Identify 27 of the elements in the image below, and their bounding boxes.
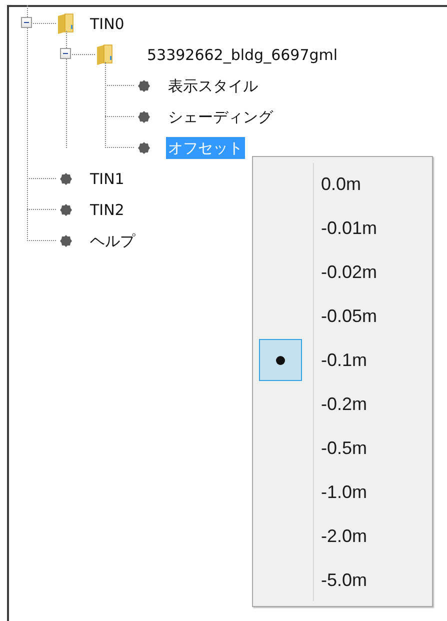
- tree-item[interactable]: TIN1: [88, 168, 126, 190]
- collapse-toggle[interactable]: [21, 17, 32, 28]
- tree-item[interactable]: シェーディング: [166, 106, 275, 128]
- tree-item[interactable]: TIN0: [88, 12, 126, 34]
- collapse-toggle[interactable]: [60, 48, 71, 59]
- menu-item[interactable]: 0.0m: [321, 174, 362, 194]
- bullet-icon: [138, 110, 150, 122]
- folder-icon: [57, 12, 75, 34]
- menu-item[interactable]: -0.05m: [321, 306, 378, 326]
- bullet-icon: [60, 234, 72, 246]
- tree-item[interactable]: ヘルプ: [88, 230, 137, 252]
- menu-item[interactable]: -0.2m: [321, 394, 368, 414]
- bullet-icon: [138, 142, 150, 154]
- menu-item[interactable]: -0.01m: [321, 218, 378, 238]
- menu-item[interactable]: -5.0m: [321, 570, 368, 590]
- tree-item[interactable]: TIN2: [88, 198, 126, 220]
- menu-item[interactable]: -0.1m: [321, 350, 368, 370]
- menu-item[interactable]: -2.0m: [321, 526, 368, 546]
- menu-item[interactable]: -1.0m: [321, 482, 368, 502]
- folder-icon: [96, 44, 114, 66]
- menu-item[interactable]: -0.5m: [321, 438, 368, 458]
- tree-item[interactable]: 53392662_bldg_6697gml: [145, 44, 340, 66]
- bullet-icon: [60, 172, 72, 184]
- tree-item[interactable]: 表示スタイル: [166, 74, 260, 96]
- menu-item[interactable]: -0.02m: [321, 262, 378, 282]
- bullet-icon: [138, 80, 150, 92]
- bullet-icon: [60, 204, 72, 216]
